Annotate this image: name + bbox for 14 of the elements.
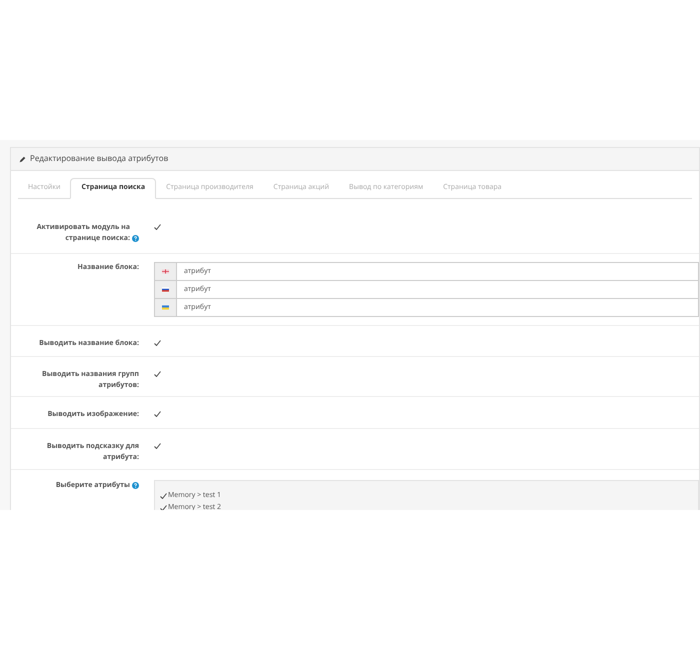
checkbox[interactable] [154,340,161,346]
pencil-icon [19,156,26,162]
help-icon[interactable] [132,482,139,489]
flag-icon [162,269,169,274]
checkbox[interactable] [154,443,161,449]
checkbox[interactable] [160,505,167,510]
panel-title: Редактирование вывода атрибутов [30,153,168,165]
help-icon[interactable] [132,235,139,242]
checkbox[interactable] [154,224,161,230]
flag-icon [162,287,169,292]
checkbox[interactable] [154,411,161,417]
checkbox[interactable] [160,493,167,499]
checkbox[interactable] [154,371,161,377]
flag-icon [162,305,169,310]
